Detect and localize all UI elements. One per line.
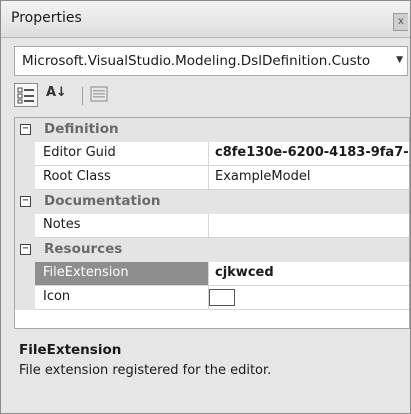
category-documentation[interactable]: − Documentation <box>15 190 409 214</box>
property-value-cell[interactable]: c8fe130e-6200-4183-9fa7- <box>209 142 409 166</box>
categorized-icon <box>17 87 34 104</box>
property-value: cjkwced <box>215 265 274 280</box>
window-title: Properties <box>11 10 82 26</box>
property-pages-button[interactable] <box>88 83 112 107</box>
row-gutter <box>15 214 35 238</box>
alphabetical-sort-icon: A↓ <box>46 85 67 100</box>
object-selector-value: Microsoft.VisualStudio.Modeling.DslDefin… <box>22 53 371 69</box>
row-gutter <box>15 166 35 190</box>
property-row-file-extension[interactable]: FileExtension cjkwced <box>15 262 409 286</box>
icon-preview-box[interactable] <box>209 289 235 306</box>
property-value: c8fe130e-6200-4183-9fa7- <box>215 145 409 160</box>
collapse-icon[interactable]: − <box>20 196 31 207</box>
property-name-cell[interactable]: Icon <box>35 286 209 310</box>
property-row-root-class[interactable]: Root Class ExampleModel <box>15 166 409 190</box>
property-name: Notes <box>43 217 81 232</box>
description-panel: FileExtension File extension registered … <box>14 333 410 413</box>
category-resources[interactable]: − Resources <box>15 238 409 262</box>
property-value-cell[interactable] <box>209 286 409 310</box>
property-value-cell[interactable] <box>209 214 409 238</box>
property-name: Root Class <box>43 169 111 184</box>
category-label: Resources <box>44 241 123 257</box>
properties-toolbar: A↓ <box>14 81 410 111</box>
property-pages-icon <box>90 86 108 102</box>
property-name-cell[interactable]: Notes <box>35 214 209 238</box>
categorized-view-button[interactable] <box>14 83 38 107</box>
description-text: File extension registered for the editor… <box>19 363 272 378</box>
description-title: FileExtension <box>19 342 122 358</box>
property-name: FileExtension <box>43 265 129 280</box>
property-row-icon[interactable]: Icon <box>15 286 409 310</box>
object-selector-dropdown[interactable]: Microsoft.VisualStudio.Modeling.DslDefin… <box>14 46 408 76</box>
property-name: Editor Guid <box>43 145 116 160</box>
category-label: Definition <box>44 121 119 137</box>
property-name-cell[interactable]: FileExtension <box>35 262 209 286</box>
property-name-cell[interactable]: Root Class <box>35 166 209 190</box>
close-icon[interactable]: x <box>393 13 408 31</box>
row-gutter <box>15 142 35 166</box>
property-row-notes[interactable]: Notes <box>15 214 409 238</box>
title-bar[interactable]: Properties x <box>1 1 410 38</box>
property-row-editor-guid[interactable]: Editor Guid c8fe130e-6200-4183-9fa7- <box>15 142 409 166</box>
collapse-icon[interactable]: − <box>20 244 31 255</box>
property-value-cell[interactable]: cjkwced <box>209 262 409 286</box>
toolbar-separator <box>82 87 83 105</box>
property-name-cell[interactable]: Editor Guid <box>35 142 209 166</box>
collapse-icon[interactable]: − <box>20 124 31 135</box>
category-label: Documentation <box>44 193 161 209</box>
alphabetical-view-button[interactable]: A↓ <box>44 83 68 107</box>
property-grid: − Definition Editor Guid c8fe130e-6200-4… <box>14 117 410 329</box>
property-value-cell[interactable]: ExampleModel <box>209 166 409 190</box>
row-gutter <box>15 262 35 286</box>
category-definition[interactable]: − Definition <box>15 118 409 142</box>
property-value: ExampleModel <box>215 169 311 184</box>
row-gutter <box>15 286 35 310</box>
property-name: Icon <box>43 289 71 304</box>
chevron-down-icon[interactable]: ▼ <box>396 55 403 65</box>
properties-window: Properties x Microsoft.VisualStudio.Mode… <box>0 0 411 414</box>
